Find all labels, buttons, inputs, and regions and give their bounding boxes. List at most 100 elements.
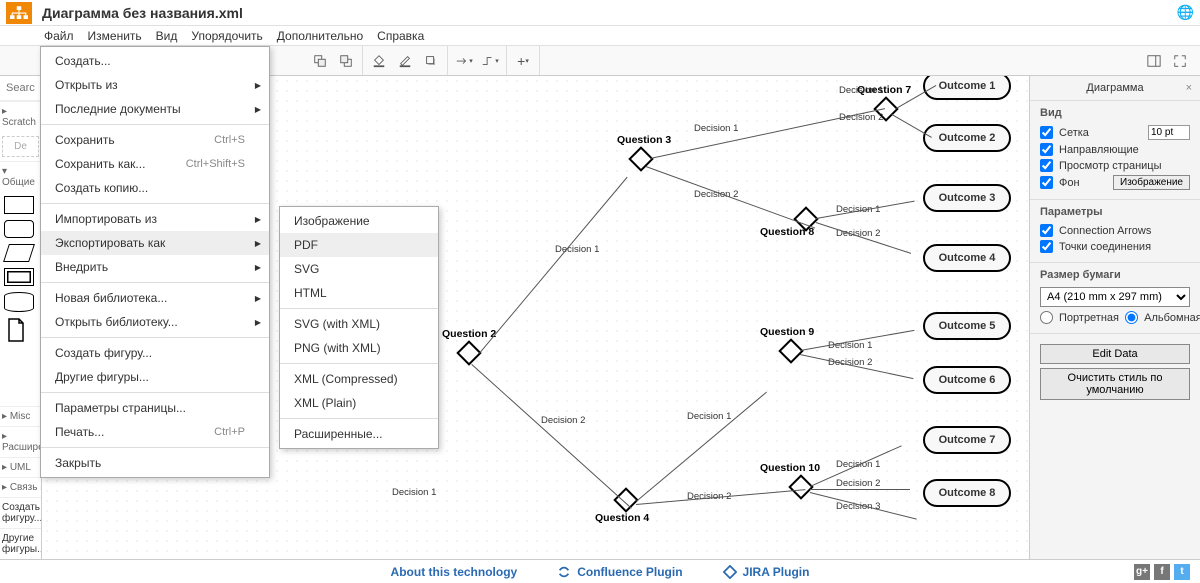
shadow-icon[interactable] xyxy=(421,51,441,71)
edge-d1-d: Decision 1 xyxy=(839,85,883,96)
mi-page-setup[interactable]: Параметры страницы... xyxy=(41,396,269,420)
shape-cylinder[interactable] xyxy=(4,292,34,312)
bg-checkbox[interactable] xyxy=(1040,176,1053,189)
scratchpad-drop[interactable]: De xyxy=(2,136,39,157)
mi-export-xml-comp[interactable]: XML (Compressed) xyxy=(280,367,438,391)
mi-new-lib[interactable]: Новая библиотека...▶ xyxy=(41,286,269,310)
portrait-radio[interactable] xyxy=(1040,311,1053,324)
mi-export-xml-plain[interactable]: XML (Plain) xyxy=(280,391,438,415)
shapes-panel: Scratch De ▾ Общие ▸ Misc ▸ Расширенные … xyxy=(0,76,42,559)
mi-more-shapes[interactable]: Другие фигуры... xyxy=(41,365,269,389)
mi-save[interactable]: СохранитьCtrl+S xyxy=(41,128,269,152)
facebook-icon[interactable]: f xyxy=(1154,564,1170,580)
node-outcome-8[interactable]: Outcome 8 xyxy=(923,479,1011,507)
menu-help[interactable]: Справка xyxy=(377,29,424,43)
mi-recent[interactable]: Последние документы▶ xyxy=(41,97,269,121)
node-outcome-7[interactable]: Outcome 7 xyxy=(923,426,1011,454)
shape-palette xyxy=(0,192,41,346)
to-back-icon[interactable] xyxy=(336,51,356,71)
menu-file[interactable]: Файл xyxy=(44,29,74,43)
waypoint-icon[interactable]: ▾ xyxy=(480,51,500,71)
grid-size-input[interactable] xyxy=(1148,125,1190,140)
shape-parallelogram[interactable] xyxy=(3,244,35,262)
general-section[interactable]: ▾ Общие xyxy=(0,161,41,192)
node-outcome-2[interactable]: Outcome 2 xyxy=(923,124,1011,152)
mi-export-png-xml[interactable]: PNG (with XML) xyxy=(280,336,438,360)
jira-link[interactable]: JIRA Plugin xyxy=(723,565,810,579)
edge-d2-b: Decision 2 xyxy=(836,228,880,239)
diamond-q4[interactable] xyxy=(613,487,638,512)
paper-size-select[interactable]: A4 (210 mm x 297 mm) xyxy=(1040,287,1190,307)
confluence-link[interactable]: Confluence Plugin xyxy=(557,565,682,579)
mi-close[interactable]: Закрыть xyxy=(41,451,269,475)
to-front-icon[interactable] xyxy=(310,51,330,71)
node-outcome-4[interactable]: Outcome 4 xyxy=(923,244,1011,272)
mi-embed[interactable]: Внедрить▶ xyxy=(41,255,269,279)
landscape-radio[interactable] xyxy=(1125,311,1138,324)
node-outcome-6[interactable]: Outcome 6 xyxy=(923,366,1011,394)
edge-d2-d: Decision 2 xyxy=(541,415,585,426)
mi-open-from[interactable]: Открыть из▶ xyxy=(41,73,269,97)
shape-double-rect[interactable] xyxy=(4,268,34,286)
pageview-checkbox[interactable] xyxy=(1040,159,1053,172)
about-link[interactable]: About this technology xyxy=(391,565,518,579)
mi-print[interactable]: Печать...Ctrl+P xyxy=(41,420,269,444)
fill-color-icon[interactable] xyxy=(369,51,389,71)
export-submenu: Изображение PDF SVG HTML SVG (with XML) … xyxy=(279,206,439,449)
more-shapes-link[interactable]: Другие фигуры... xyxy=(0,528,41,559)
node-outcome-5[interactable]: Outcome 5 xyxy=(923,312,1011,340)
node-outcome-3[interactable]: Outcome 3 xyxy=(923,184,1011,212)
menu-view[interactable]: Вид xyxy=(156,29,178,43)
mi-create-shape[interactable]: Создать фигуру... xyxy=(41,341,269,365)
menu-extras[interactable]: Дополнительно xyxy=(277,29,363,43)
mi-export-image[interactable]: Изображение xyxy=(280,209,438,233)
edge-d1-f: Decision 1 xyxy=(687,411,731,422)
document-title[interactable]: Диаграмма без названия.xml xyxy=(42,5,243,21)
grid-checkbox[interactable] xyxy=(1040,126,1053,139)
language-icon[interactable]: 🌐 xyxy=(1177,4,1194,21)
bg-image-button[interactable]: Изображение xyxy=(1113,175,1190,190)
clear-style-button[interactable]: Очистить стиль по умолчанию xyxy=(1040,368,1190,400)
shape-rect[interactable] xyxy=(4,196,34,214)
format-panel-icon[interactable] xyxy=(1144,51,1164,71)
edge-d1-b: Decision 1 xyxy=(694,123,738,134)
connection-icon[interactable]: ▾ xyxy=(454,51,474,71)
shape-document[interactable] xyxy=(4,318,34,342)
guides-checkbox[interactable] xyxy=(1040,143,1053,156)
close-icon[interactable]: × xyxy=(1186,82,1192,94)
fullscreen-icon[interactable] xyxy=(1170,51,1190,71)
mi-export-html[interactable]: HTML xyxy=(280,281,438,305)
uml-section[interactable]: ▸ UML xyxy=(0,457,41,477)
menu-arrange[interactable]: Упорядочить xyxy=(191,29,262,43)
edit-data-button[interactable]: Edit Data xyxy=(1040,344,1190,364)
misc-section[interactable]: ▸ Misc xyxy=(0,406,41,426)
line-color-icon[interactable] xyxy=(395,51,415,71)
mi-import-from[interactable]: Импортировать из▶ xyxy=(41,207,269,231)
diamond-q2[interactable] xyxy=(456,340,481,365)
extended-section[interactable]: ▸ Расширенные xyxy=(0,426,41,457)
mi-export-as[interactable]: Экспортировать как▶ xyxy=(41,231,269,255)
format-panel-title: Диаграмма× xyxy=(1030,76,1200,100)
mi-create[interactable]: Создать... xyxy=(41,49,269,73)
er-section[interactable]: ▸ Связь между объектами xyxy=(0,477,41,497)
googleplus-icon[interactable]: g+ xyxy=(1134,564,1150,580)
mi-export-svg-xml[interactable]: SVG (with XML) xyxy=(280,312,438,336)
node-outcome-1[interactable]: Outcome 1 xyxy=(923,76,1011,100)
mi-make-copy[interactable]: Создать копию... xyxy=(41,176,269,200)
insert-icon[interactable]: +▾ xyxy=(513,51,533,71)
twitter-icon[interactable]: t xyxy=(1174,564,1190,580)
search-input[interactable] xyxy=(4,80,37,96)
mi-export-advanced[interactable]: Расширенные... xyxy=(280,422,438,446)
params-heading: Параметры xyxy=(1040,206,1190,218)
edge-d3-a: Decision 3 xyxy=(836,501,880,512)
mi-save-as[interactable]: Сохранить как...Ctrl+Shift+S xyxy=(41,152,269,176)
mi-export-svg[interactable]: SVG xyxy=(280,257,438,281)
shape-rounded-rect[interactable] xyxy=(4,220,34,238)
mi-open-lib[interactable]: Открыть библиотеку...▶ xyxy=(41,310,269,334)
conn-arrows-checkbox[interactable] xyxy=(1040,224,1053,237)
scratchpad-section[interactable]: Scratch xyxy=(0,101,41,132)
create-shape-link[interactable]: Создать фигуру... xyxy=(0,497,41,528)
mi-export-pdf[interactable]: PDF xyxy=(280,233,438,257)
menu-edit[interactable]: Изменить xyxy=(88,29,142,43)
conn-points-checkbox[interactable] xyxy=(1040,240,1053,253)
